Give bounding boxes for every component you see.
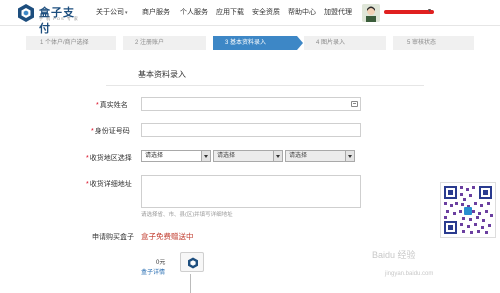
baidu-jingyan-watermark: Baidu 经验 xyxy=(372,250,416,260)
redacted-username[interactable] xyxy=(384,10,434,14)
apply-label: 申请购买盒子 xyxy=(92,234,134,241)
required-mark: * xyxy=(86,181,89,188)
section-divider xyxy=(106,85,424,86)
nav-item-help[interactable]: 帮助中心 xyxy=(288,7,316,17)
box-detail-link[interactable]: 盒子详情 xyxy=(141,267,165,276)
nav-item-join[interactable]: 加盟代理 xyxy=(324,7,352,17)
free-gift-text: 盒子免费赠送中 xyxy=(141,232,194,241)
top-navigation-bar: 盒子支付 手 机 POS 专 家 关于公司▾ 商户服务 个人服务 应用下载 安全… xyxy=(0,0,500,35)
step-arrow xyxy=(297,36,303,50)
box-price: 0元 xyxy=(156,260,166,266)
id-label: *身份证号码 xyxy=(91,126,130,136)
address-hint: 请选择省、市、县(区)并填写详细地址 xyxy=(141,212,233,218)
required-mark: * xyxy=(91,128,94,135)
id-number-input[interactable] xyxy=(141,123,361,137)
section-title: 基本资料录入 xyxy=(138,70,186,79)
brand-tagline: 手 机 POS 专 家 xyxy=(39,16,79,21)
address-label: *收货详细地址 xyxy=(86,179,132,189)
nav-item-merchant[interactable]: 商户服务 xyxy=(142,7,170,17)
chevron-down-icon[interactable] xyxy=(345,151,354,161)
box-logo-icon xyxy=(18,4,34,22)
real-name-input[interactable] xyxy=(141,97,361,111)
city-select-value: 请选择 xyxy=(217,153,236,159)
step-1: 1 个体户/商户选择 xyxy=(26,36,116,50)
qr-code-icon xyxy=(441,183,495,237)
step-3-active: 3 基本资料录入 xyxy=(213,36,297,50)
brand-logo[interactable]: 盒子支付 手 机 POS 专 家 xyxy=(16,3,86,35)
city-select[interactable]: 请选择 xyxy=(213,150,283,162)
chevron-down-icon: ▾ xyxy=(125,10,128,16)
address-textarea[interactable] xyxy=(141,175,361,208)
name-label-text: 真实姓名 xyxy=(99,102,128,109)
address-label-text: 收货详细地址 xyxy=(89,181,132,188)
nav-item-download[interactable]: 应用下载 xyxy=(216,7,244,17)
chevron-down-icon[interactable] xyxy=(201,151,210,161)
step-2: 2 注册账户 xyxy=(123,36,206,50)
id-card-icon[interactable] xyxy=(351,101,358,107)
province-select-value: 请选择 xyxy=(145,153,164,159)
id-label-text: 身份证号码 xyxy=(94,128,130,135)
step-divider xyxy=(206,36,213,50)
region-label: *收货地区选择 xyxy=(86,153,132,163)
district-select-value: 请选择 xyxy=(289,153,308,159)
chevron-down-icon[interactable]: ▾ xyxy=(428,7,431,14)
nav-item-security[interactable]: 安全资质 xyxy=(252,7,280,17)
district-select[interactable]: 请选择 xyxy=(285,150,355,162)
step-4: 4 图片录入 xyxy=(304,36,386,50)
thumbnail-stem xyxy=(190,274,191,293)
required-mark: * xyxy=(96,102,99,109)
nav-item-label: 关于公司 xyxy=(96,9,124,16)
step-divider xyxy=(116,36,123,50)
step-5: 5 审核状态 xyxy=(393,36,474,50)
required-mark: * xyxy=(86,155,89,162)
box-logo-icon xyxy=(188,257,198,269)
province-select[interactable]: 请选择 xyxy=(141,150,211,162)
qr-code[interactable] xyxy=(440,182,496,238)
step-divider xyxy=(386,36,393,50)
box-thumbnail-button[interactable] xyxy=(180,252,204,272)
region-label-text: 收货地区选择 xyxy=(89,155,132,162)
watermark-url: jingyan.baidu.com xyxy=(385,271,434,277)
nav-item-personal[interactable]: 个人服务 xyxy=(180,7,208,17)
avatar[interactable] xyxy=(362,4,380,22)
registration-steps: 1 个体户/商户选择 2 注册账户 3 基本资料录入 4 图片录入 5 审核状态 xyxy=(26,36,474,50)
user-avatar-icon xyxy=(362,4,380,22)
nav-item-about[interactable]: 关于公司▾ xyxy=(96,7,128,17)
name-label: *真实姓名 xyxy=(96,100,128,110)
chevron-down-icon[interactable] xyxy=(273,151,282,161)
